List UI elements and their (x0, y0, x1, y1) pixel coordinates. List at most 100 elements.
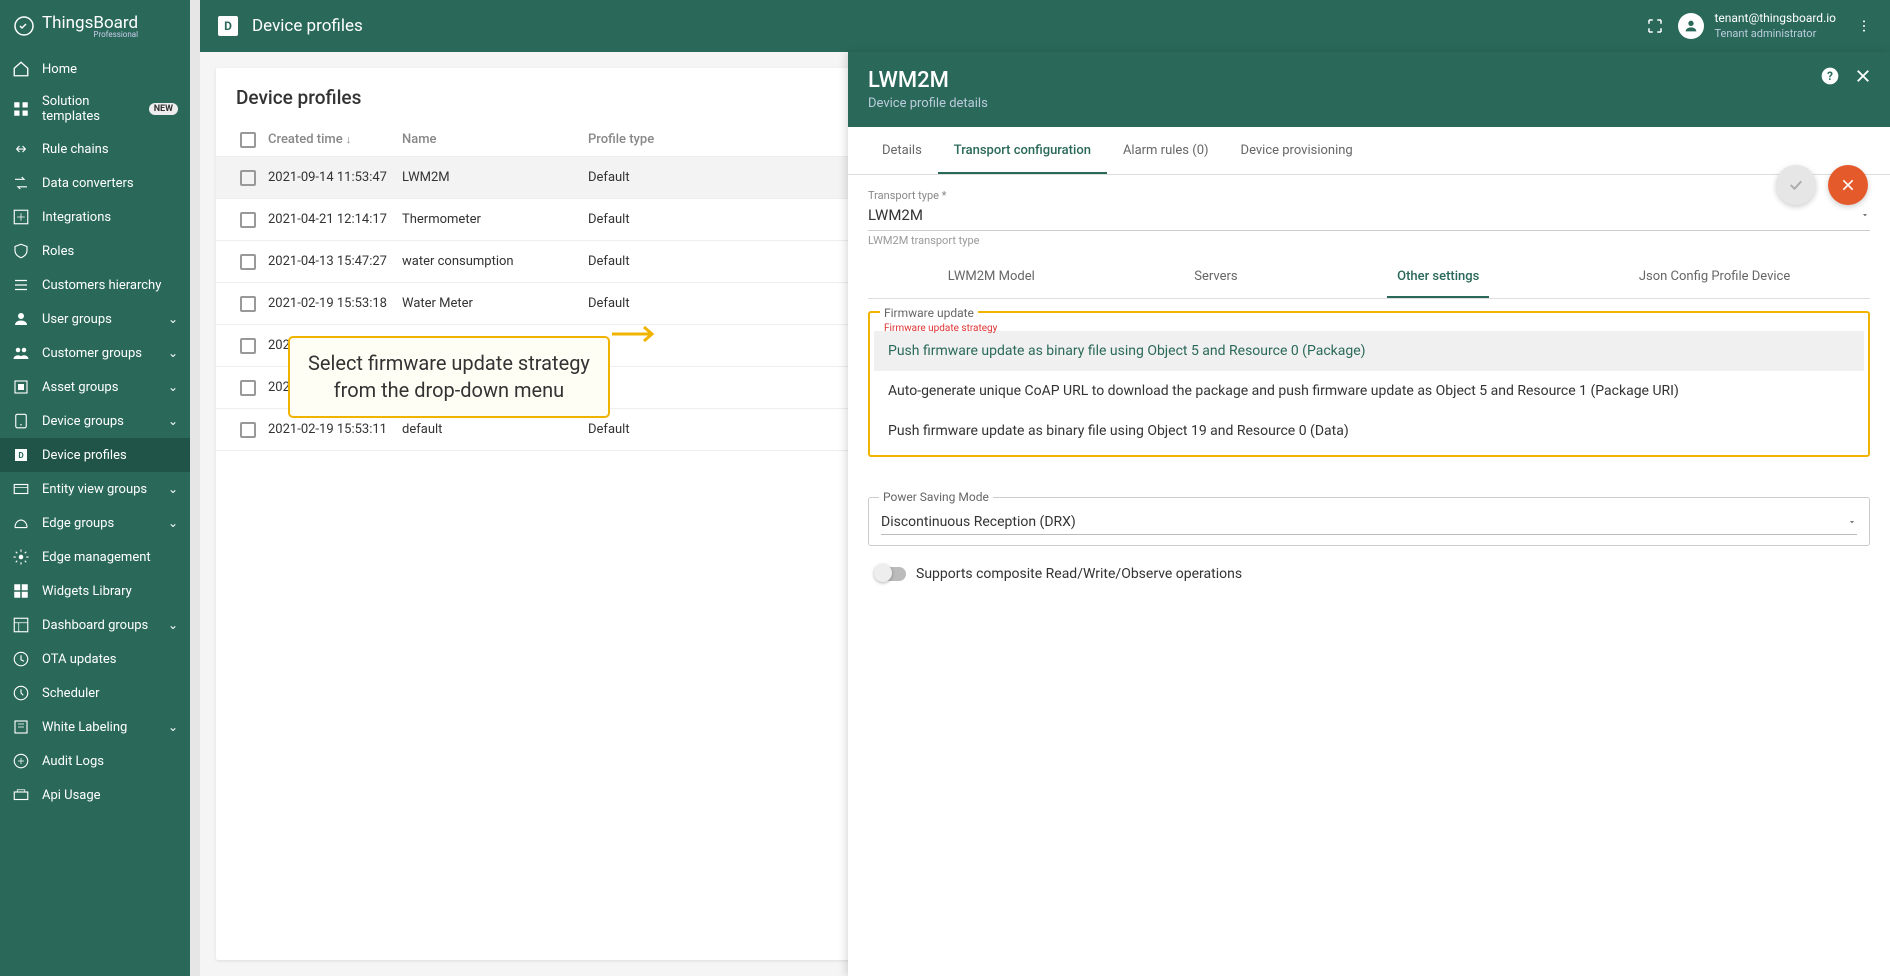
tab-device-provisioning[interactable]: Device provisioning (1225, 127, 1369, 174)
cell-name: water consumption (402, 254, 588, 269)
row-checkbox[interactable] (240, 338, 256, 354)
audit-icon (12, 752, 30, 770)
row-checkbox[interactable] (240, 254, 256, 270)
sidebar-item-device-groups[interactable]: Device groups ⌄ (0, 404, 190, 438)
sidebar-item-customers-hierarchy[interactable]: Customers hierarchy (0, 268, 190, 302)
sidebar-item-scheduler[interactable]: Scheduler (0, 676, 190, 710)
user-role: Tenant administrator (1714, 27, 1836, 41)
row-checkbox[interactable] (240, 296, 256, 312)
sidebar-item-integrations[interactable]: Integrations (0, 200, 190, 234)
composite-toggle-row: Supports composite Read/Write/Observe op… (868, 562, 1870, 586)
tab-details[interactable]: Details (866, 127, 938, 174)
sidebar-item-rule-chains[interactable]: Rule chains (0, 132, 190, 166)
transport-type-select[interactable]: LWM2M (868, 202, 1870, 231)
row-checkbox[interactable] (240, 170, 256, 186)
avatar-icon (1678, 13, 1704, 39)
user-menu[interactable]: tenant@thingsboard.io Tenant administrat… (1678, 11, 1836, 41)
sidebar-item-data-converters[interactable]: Data converters (0, 166, 190, 200)
sidebar-item-customer-groups[interactable]: Customer groups⌄ (0, 336, 190, 370)
sidebar-item-label: Device groups (42, 414, 156, 429)
sidebar-item-roles[interactable]: Roles (0, 234, 190, 268)
chevron-down-icon: ⌄ (168, 312, 178, 326)
chevron-down-icon: ⌄ (168, 720, 178, 734)
sidebar-item-label: Roles (42, 244, 178, 259)
sidebar-item-edge-groups[interactable]: Edge groups⌄ (0, 506, 190, 540)
cell-time: 2021-04-13 15:47:27 (268, 254, 402, 269)
sidebar-item-label: Entity view groups (42, 482, 156, 497)
col-header-name[interactable]: Name (402, 132, 588, 147)
confirm-fab[interactable] (1776, 165, 1816, 205)
chevron-down-icon (1847, 517, 1857, 527)
cell-time: 2021-02-19 15:53:11 (268, 422, 402, 437)
callout-arrow-icon (612, 324, 662, 344)
sidebar-item-entity-view-groups[interactable]: Entity view groups ⌄ (0, 472, 190, 506)
sidebar-item-dashboard-groups[interactable]: Dashboard groups⌄ (0, 608, 190, 642)
fullscreen-icon[interactable] (1646, 17, 1664, 35)
sidebar-item-device-profiles[interactable]: DDevice profiles (0, 438, 190, 472)
asset-icon (12, 378, 30, 396)
cell-time: 2021-02-19 15:53:18 (268, 296, 402, 311)
chevron-down-icon: ⌄ (168, 414, 178, 428)
sidebar-item-home[interactable]: Home (0, 52, 190, 86)
cell-name: Water Meter (402, 296, 588, 311)
sub-tab-lwm-m-model[interactable]: LWM2M Model (938, 255, 1045, 298)
sidebar-item-white-labeling[interactable]: White Labeling ⌄ (0, 710, 190, 744)
row-checkbox[interactable] (240, 422, 256, 438)
sidebar-item-label: Widgets Library (42, 584, 178, 599)
psm-select[interactable]: Discontinuous Reception (DRX) (881, 508, 1857, 535)
cell-name: LWM2M (402, 170, 588, 185)
profile-icon: D (12, 446, 30, 464)
sidebar-item-api-usage[interactable]: Api Usage (0, 778, 190, 812)
sidebar-item-solution-templates[interactable]: Solution templatesNEW (0, 86, 190, 132)
sidebar-item-label: Solution templates (42, 94, 137, 124)
sub-tab-json-config-profile-device[interactable]: Json Config Profile Device (1629, 255, 1800, 298)
convert-icon (12, 174, 30, 192)
sidebar-item-edge-management[interactable]: Edge management (0, 540, 190, 574)
transport-type-label: Transport type * (868, 189, 1870, 202)
row-checkbox[interactable] (240, 380, 256, 396)
scheduler-icon (12, 684, 30, 702)
cell-type: Default (588, 170, 708, 185)
sidebar-scrollbar[interactable] (190, 0, 200, 976)
firmware-option[interactable]: Push firmware update as binary file usin… (874, 331, 1864, 371)
chevron-down-icon (1860, 210, 1870, 220)
dashboard-icon (12, 616, 30, 634)
tab-alarm-rules-[interactable]: Alarm rules (0) (1107, 127, 1225, 174)
sidebar-item-label: White Labeling (42, 720, 156, 735)
api-icon (12, 786, 30, 804)
tab-transport-configuration[interactable]: Transport configuration (938, 127, 1107, 174)
firmware-option[interactable]: Auto-generate unique CoAP URL to downloa… (874, 371, 1864, 411)
col-header-time[interactable]: Created time↓ (268, 132, 402, 147)
firmware-sublabel: Firmware update strategy (884, 323, 997, 334)
sidebar-item-audit-logs[interactable]: Audit Logs (0, 744, 190, 778)
row-checkbox[interactable] (240, 212, 256, 228)
firmware-option[interactable]: Push firmware update as binary file usin… (874, 411, 1864, 451)
sidebar-item-user-groups[interactable]: User groups⌄ (0, 302, 190, 336)
hierarchy-icon (12, 276, 30, 294)
logo-icon (12, 14, 36, 38)
sidebar-item-label: Customers hierarchy (42, 278, 178, 293)
sidebar-item-ota-updates[interactable]: OTA updates (0, 642, 190, 676)
integration-icon (12, 208, 30, 226)
sub-tabs: LWM2M Model Servers Other settings Json Con… (868, 255, 1870, 299)
chevron-down-icon: ⌄ (168, 380, 178, 394)
details-panel: LWM2M Device profile details ? (848, 52, 1890, 976)
chevron-down-icon: ⌄ (168, 482, 178, 496)
edgemgmt-icon (12, 548, 30, 566)
sidebar-item-label: Customer groups (42, 346, 156, 361)
sub-tab-other-settings[interactable]: Other settings (1387, 255, 1489, 298)
sidebar-item-label: Api Usage (42, 788, 178, 803)
sub-tab-servers[interactable]: Servers (1184, 255, 1247, 298)
col-header-type[interactable]: Profile type (588, 132, 708, 147)
cell-time: 2021-09-14 11:53:47 (268, 170, 402, 185)
help-icon[interactable]: ? (1820, 66, 1840, 86)
sidebar-item-widgets-library[interactable]: Widgets Library (0, 574, 190, 608)
composite-toggle[interactable] (876, 567, 906, 581)
select-all-checkbox[interactable] (240, 132, 256, 148)
device-icon (12, 412, 30, 430)
cancel-fab[interactable] (1828, 165, 1868, 205)
sidebar-item-asset-groups[interactable]: Asset groups⌄ (0, 370, 190, 404)
more-icon[interactable] (1856, 18, 1872, 34)
close-icon[interactable] (1854, 67, 1872, 85)
composite-label: Supports composite Read/Write/Observe op… (916, 566, 1242, 582)
